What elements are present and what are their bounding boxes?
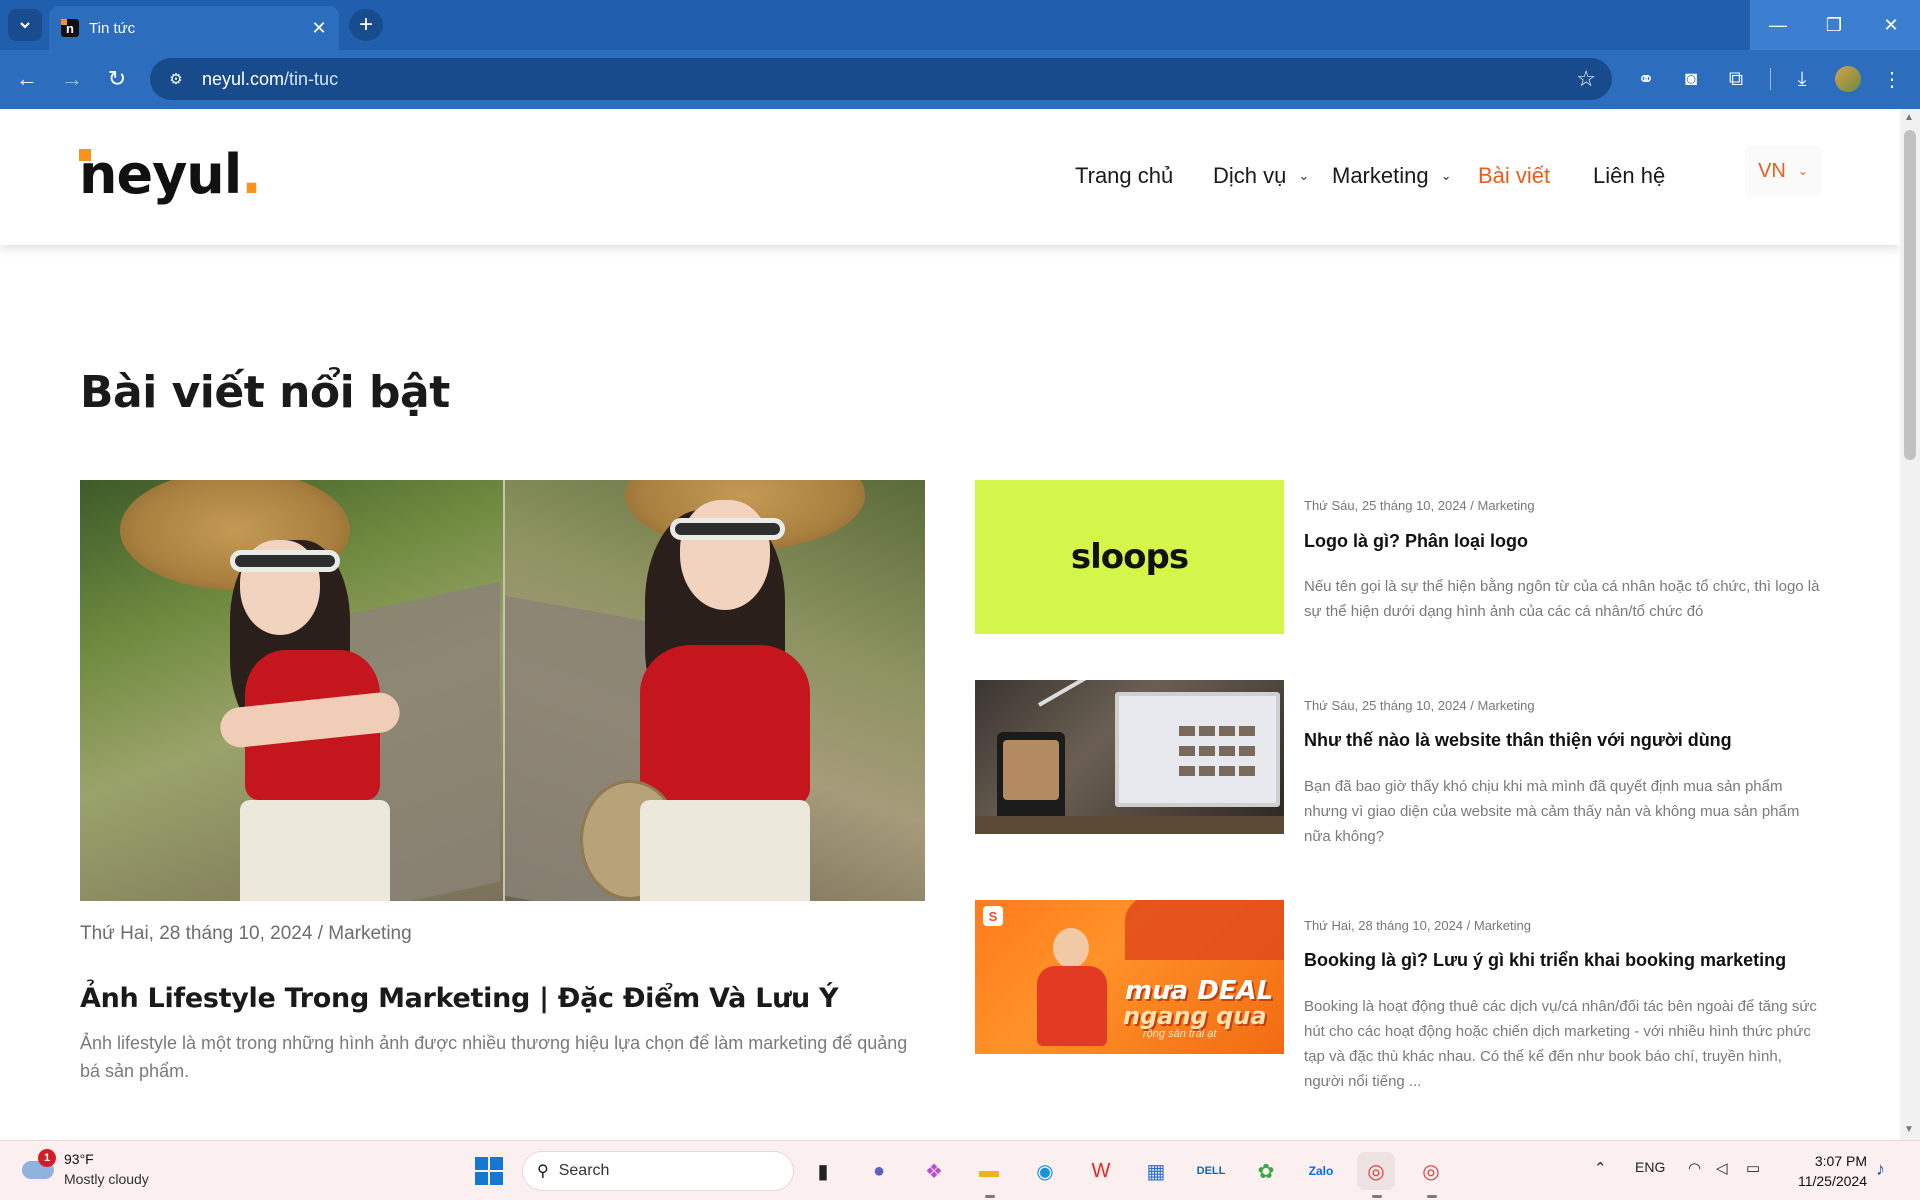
nav-item-services[interactable]: Dịch vụ ⌄ xyxy=(1213,163,1309,189)
url-host: neyul.com xyxy=(202,68,285,89)
clock-time: 3:07 PM xyxy=(1814,1153,1867,1169)
article-meta: Thứ Hai, 28 tháng 10, 2024 / Marketing xyxy=(1304,918,1531,933)
minimize-icon[interactable]: — xyxy=(1750,0,1806,50)
start-icon[interactable] xyxy=(470,1152,508,1190)
article-thumb-website[interactable] xyxy=(975,680,1284,834)
file-explorer-icon[interactable]: ▬ xyxy=(970,1152,1008,1190)
tab-favicon: n xyxy=(61,19,79,37)
monitor-graphic xyxy=(1115,692,1280,807)
more-icon[interactable]: ⋮ xyxy=(1877,64,1907,94)
chrome-profile-icon[interactable]: ◎ xyxy=(1412,1152,1450,1190)
article-thumb-logo[interactable]: sloops xyxy=(975,480,1284,634)
zalo-icon[interactable]: Zalo xyxy=(1302,1152,1340,1190)
article-title[interactable]: Booking là gì? Lưu ý gì khi triển khai b… xyxy=(1304,950,1786,971)
language-select[interactable]: VN ⌄ xyxy=(1745,145,1821,197)
article-thumb-booking[interactable]: S mưa DEAL ngang qua rộng săn trái ạt xyxy=(975,900,1284,1054)
chevron-up-icon[interactable]: ⌃ xyxy=(1594,1159,1607,1177)
profile-avatar[interactable] xyxy=(1833,64,1863,94)
toolbar-separator xyxy=(1770,68,1771,90)
article-desc: Bạn đã bao giờ thấy khó chịu khi mà mình… xyxy=(1304,778,1800,845)
browser-tab-bar: n Tin tức ✕ + — ❐ ✕ xyxy=(0,0,1920,50)
extension-icon[interactable]: ⚭ xyxy=(1631,64,1661,94)
address-bar[interactable]: ⚙ neyul.com/tin-tuc ☆ xyxy=(150,58,1612,100)
shopee-bag-icon: S xyxy=(983,906,1003,926)
edge-icon[interactable]: ◉ xyxy=(1026,1152,1064,1190)
close-icon[interactable]: ✕ xyxy=(305,18,333,39)
reload-icon[interactable]: ↻ xyxy=(100,62,134,96)
wps-icon[interactable]: W xyxy=(1082,1152,1120,1190)
nav-item-contact[interactable]: Liên hệ xyxy=(1593,163,1665,189)
taskbar-search[interactable]: ⚲ Search xyxy=(522,1151,794,1191)
scrollbar-thumb[interactable] xyxy=(1904,130,1916,460)
back-icon[interactable]: ← xyxy=(10,62,44,96)
store-icon[interactable]: ▦ xyxy=(1137,1152,1175,1190)
teams-icon[interactable]: ● xyxy=(860,1152,898,1190)
system-clock[interactable]: 3:07 PM 11/25/2024 xyxy=(1785,1151,1867,1191)
article-desc: Booking là hoạt động thuê các dịch vụ/cá… xyxy=(1304,998,1817,1090)
restore-icon[interactable]: ❐ xyxy=(1806,0,1862,50)
featured-article-desc: Ảnh lifestyle là một trong những hình ản… xyxy=(80,1033,908,1081)
weather-badge: 1 xyxy=(38,1149,56,1167)
wifi-icon[interactable]: ◠ xyxy=(1688,1159,1701,1177)
copilot-icon[interactable]: ❖ xyxy=(915,1152,953,1190)
browser-tab[interactable]: n Tin tức ✕ xyxy=(49,6,339,50)
site-header: neyul. Trang chủ Dịch vụ ⌄ Marketing ⌄ Bài… xyxy=(0,109,1900,245)
nav-item-articles[interactable]: Bài viết xyxy=(1478,163,1550,189)
taskbar: 1 93°F Mostly cloudy ⚲ Search ▮ ● ❖ ▬ ◉ … xyxy=(0,1140,1920,1200)
weather-cond: Mostly cloudy xyxy=(64,1171,149,1187)
chrome-icon[interactable]: ◎ xyxy=(1357,1152,1395,1190)
battery-icon[interactable]: ▭ xyxy=(1746,1159,1760,1177)
url-path: /tin-tuc xyxy=(284,68,339,89)
coccoc-icon[interactable]: ✿ xyxy=(1247,1152,1285,1190)
volume-icon[interactable]: ◁ xyxy=(1716,1159,1728,1177)
section-title: Bài viết nổi bật xyxy=(80,367,450,418)
scroll-down-icon[interactable]: ▼ xyxy=(1904,1124,1914,1135)
thumb-deal-line3: rộng săn trái ạt xyxy=(1143,1028,1217,1040)
chevron-down-icon: ⌄ xyxy=(1797,164,1808,178)
article-desc: Nếu tên gọi là sự thể hiện bằng ngôn từ … xyxy=(1304,578,1820,620)
weather-temp: 93°F xyxy=(64,1151,94,1167)
camera-icon[interactable]: ◙ xyxy=(1676,64,1706,94)
nav-item-marketing[interactable]: Marketing ⌄ xyxy=(1332,163,1452,189)
chevron-down-icon: ⌄ xyxy=(1298,168,1310,183)
search-icon: ⚲ xyxy=(537,1163,549,1180)
article-title[interactable]: Logo là gì? Phân loại logo xyxy=(1304,531,1528,552)
task-view-icon[interactable]: ▮ xyxy=(804,1152,842,1190)
web-page: neyul. Trang chủ Dịch vụ ⌄ Marketing ⌄ Bài… xyxy=(0,109,1900,1140)
input-language[interactable]: ENG xyxy=(1635,1159,1665,1175)
dell-icon[interactable]: DELL xyxy=(1192,1152,1230,1190)
scroll-up-icon[interactable]: ▲ xyxy=(1904,112,1914,123)
plus-icon[interactable]: + xyxy=(349,9,383,41)
download-icon[interactable]: ⤓ xyxy=(1787,64,1817,94)
notification-bell-icon[interactable]: ♪ xyxy=(1876,1159,1885,1180)
featured-article-meta: Thứ Hai, 28 tháng 10, 2024 / Marketing xyxy=(80,923,412,944)
nav-item-home[interactable]: Trang chủ xyxy=(1075,163,1173,189)
featured-article-title[interactable]: Ảnh Lifestyle Trong Marketing | Đặc Điểm… xyxy=(80,983,839,1014)
thumb-logo-text: sloops xyxy=(1070,537,1189,577)
featured-article-image[interactable] xyxy=(80,480,925,901)
tab-title: Tin tức xyxy=(89,19,136,37)
logo-dot: . xyxy=(241,143,261,206)
forward-icon[interactable]: → xyxy=(55,62,89,96)
puzzle-icon[interactable]: ⧉ xyxy=(1721,64,1751,94)
article-meta: Thứ Sáu, 25 tháng 10, 2024 / Marketing xyxy=(1304,698,1535,713)
thumb-deal-line2: ngang qua xyxy=(1123,1002,1267,1030)
site-logo[interactable]: neyul. xyxy=(79,143,262,206)
star-icon[interactable]: ☆ xyxy=(1576,66,1596,92)
site-info-icon[interactable]: ⚙ xyxy=(164,67,188,91)
article-meta: Thứ Sáu, 25 tháng 10, 2024 / Marketing xyxy=(1304,498,1535,513)
close-window-icon[interactable]: ✕ xyxy=(1862,0,1920,50)
browser-toolbar: ← → ↻ ⚙ neyul.com/tin-tuc ☆ ⚭ ◙ ⧉ ⤓ ⋮ xyxy=(0,50,1920,109)
tab-search-icon[interactable] xyxy=(8,9,42,41)
article-title[interactable]: Như thế nào là website thân thiện với ng… xyxy=(1304,730,1732,751)
clock-date: 11/25/2024 xyxy=(1797,1173,1867,1189)
logo-text: neyul xyxy=(79,143,242,206)
search-label: Search xyxy=(558,1162,610,1179)
chevron-down-icon: ⌄ xyxy=(1440,168,1452,183)
